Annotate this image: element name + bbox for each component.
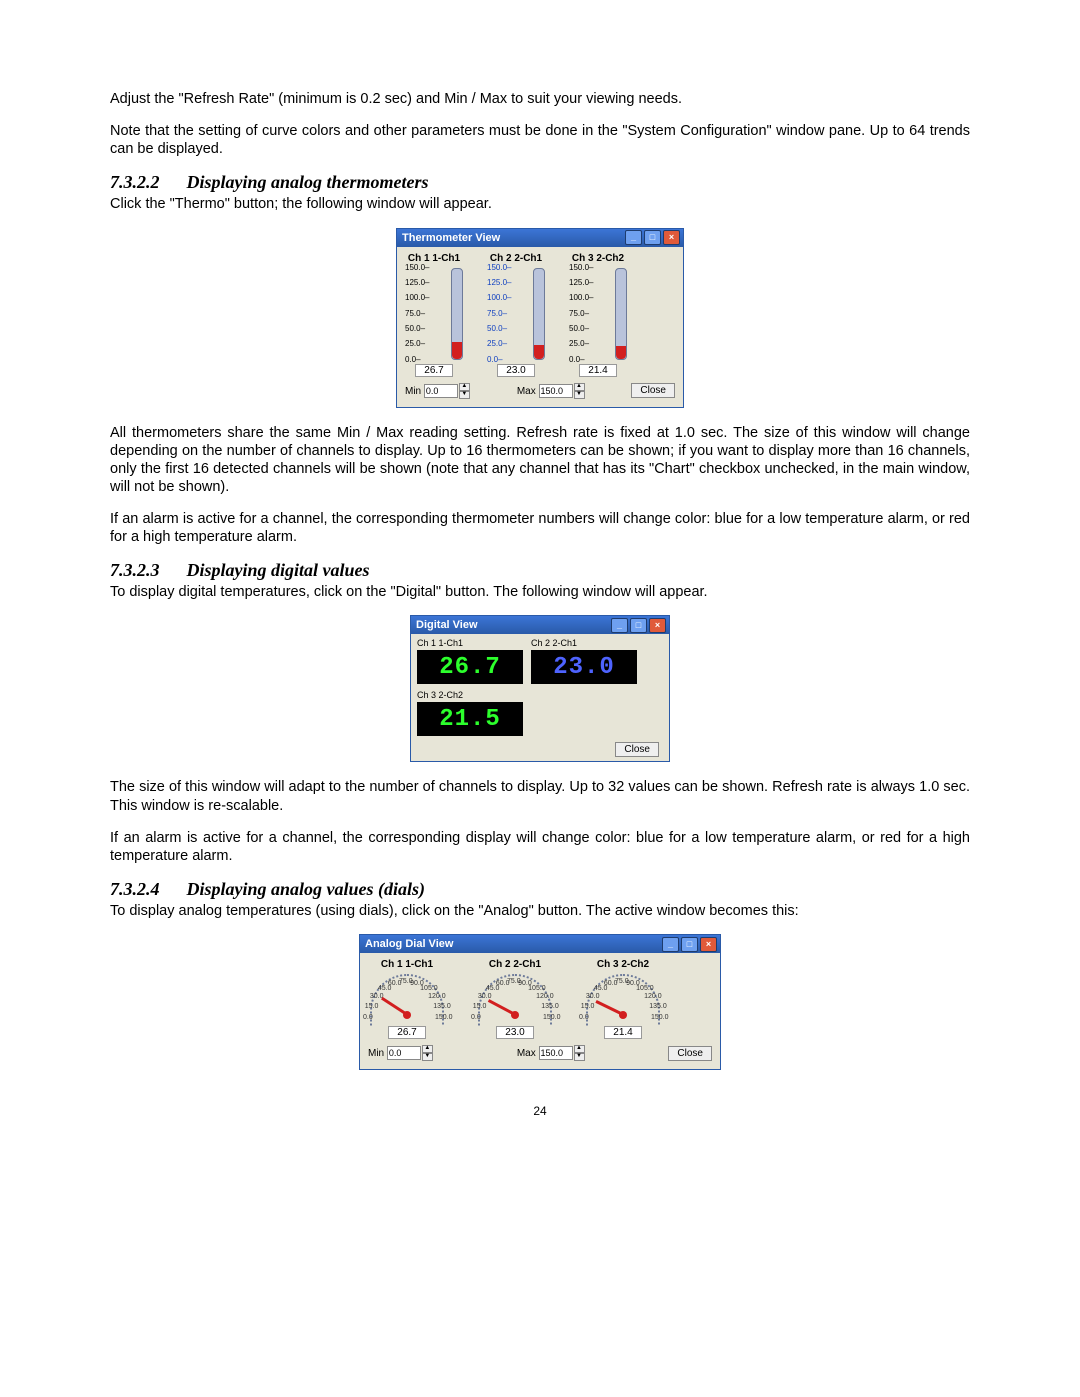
digital-channel: Ch 1 1-Ch1 26.7 — [417, 638, 523, 684]
digital-value: 21.5 — [417, 702, 523, 736]
heading-text: Displaying digital values — [187, 560, 370, 580]
heading-number: 7.3.2.4 — [110, 879, 182, 900]
digital-channel: Ch 2 2-Ch1 23.0 — [531, 638, 637, 684]
maximize-icon[interactable]: □ — [681, 937, 698, 952]
heading-number: 7.3.2.3 — [110, 560, 182, 581]
channel-label: Ch 3 2-Ch2 — [584, 959, 662, 970]
channel-label: Ch 2 2-Ch1 — [531, 638, 637, 648]
digital-window: Digital View _ □ × Ch 1 1-Ch126.7Ch 2 2-… — [410, 615, 670, 762]
min-input[interactable] — [387, 1046, 421, 1060]
min-spinner[interactable]: ▲▼ — [387, 1045, 433, 1061]
heading-number: 7.3.2.2 — [110, 172, 182, 193]
paragraph: If an alarm is active for a channel, the… — [110, 829, 970, 865]
dial-window: Analog Dial View _ □ × Ch 1 1-Ch1 0.015.0… — [359, 934, 721, 1070]
max-input[interactable] — [539, 1046, 573, 1060]
thermometer-channel: Ch 2 2-Ch1150.0–125.0–100.0–75.0–50.0–25… — [487, 253, 545, 377]
dial-value: 26.7 — [388, 1026, 426, 1039]
channel-label: Ch 1 1-Ch1 — [417, 638, 523, 648]
min-label: Min — [368, 1048, 384, 1059]
paragraph: To display digital temperatures, click o… — [110, 583, 970, 601]
paragraph: Note that the setting of curve colors an… — [110, 122, 970, 158]
thermometer-titlebar[interactable]: Thermometer View _ □ × — [397, 229, 683, 247]
min-label: Min — [405, 386, 421, 397]
dial-channel: Ch 1 1-Ch1 0.015.030.045.060.075.090.0105… — [368, 959, 446, 1039]
heading-7-3-2-4: 7.3.2.4 Displaying analog values (dials) — [110, 879, 970, 900]
channel-label: Ch 2 2-Ch1 — [476, 959, 554, 970]
dial-gauge: 0.015.030.045.060.075.090.0105.0120.0135… — [478, 974, 552, 1024]
max-label: Max — [517, 386, 536, 397]
minimize-icon[interactable]: _ — [611, 618, 628, 633]
max-label: Max — [517, 1048, 536, 1059]
close-button[interactable]: Close — [631, 383, 675, 398]
minimize-icon[interactable]: _ — [662, 937, 679, 952]
thermometer-value: 26.7 — [415, 364, 453, 377]
thermometer-channel: Ch 3 2-Ch2150.0–125.0–100.0–75.0–50.0–25… — [569, 253, 627, 377]
window-title: Analog Dial View — [365, 938, 453, 950]
digital-value: 26.7 — [417, 650, 523, 684]
maximize-icon[interactable]: □ — [644, 230, 661, 245]
thermometer-window: Thermometer View _ □ × Ch 1 1-Ch1150.0–1… — [396, 228, 684, 408]
dial-channel: Ch 2 2-Ch1 0.015.030.045.060.075.090.0105… — [476, 959, 554, 1039]
max-input[interactable] — [539, 384, 573, 398]
dial-titlebar[interactable]: Analog Dial View _ □ × — [360, 935, 720, 953]
digital-titlebar[interactable]: Digital View _ □ × — [411, 616, 669, 634]
close-icon[interactable]: × — [700, 937, 717, 952]
close-icon[interactable]: × — [649, 618, 666, 633]
min-spinner[interactable]: ▲▼ — [424, 383, 470, 399]
thermometer-value: 21.4 — [579, 364, 617, 377]
maximize-icon[interactable]: □ — [630, 618, 647, 633]
heading-7-3-2-2: 7.3.2.2 Displaying analog thermometers — [110, 172, 970, 193]
minimize-icon[interactable]: _ — [625, 230, 642, 245]
dial-value: 21.4 — [604, 1026, 642, 1039]
window-title: Digital View — [416, 619, 478, 631]
close-button[interactable]: Close — [668, 1046, 712, 1061]
dial-value: 23.0 — [496, 1026, 534, 1039]
channel-label: Ch 3 2-Ch2 — [417, 690, 523, 700]
paragraph: Adjust the "Refresh Rate" (minimum is 0.… — [110, 90, 970, 108]
window-title: Thermometer View — [402, 232, 500, 244]
heading-7-3-2-3: 7.3.2.3 Displaying digital values — [110, 560, 970, 581]
thermometer-channel: Ch 1 1-Ch1150.0–125.0–100.0–75.0–50.0–25… — [405, 253, 463, 377]
paragraph: Click the "Thermo" button; the following… — [110, 195, 970, 213]
heading-text: Displaying analog values (dials) — [187, 879, 426, 899]
max-spinner[interactable]: ▲▼ — [539, 1045, 585, 1061]
close-icon[interactable]: × — [663, 230, 680, 245]
page-number: 24 — [110, 1104, 970, 1118]
close-button[interactable]: Close — [615, 742, 659, 757]
paragraph: To display analog temperatures (using di… — [110, 902, 970, 920]
heading-text: Displaying analog thermometers — [187, 172, 429, 192]
thermometer-value: 23.0 — [497, 364, 535, 377]
paragraph: If an alarm is active for a channel, the… — [110, 510, 970, 546]
dial-channel: Ch 3 2-Ch2 0.015.030.045.060.075.090.0105… — [584, 959, 662, 1039]
max-spinner[interactable]: ▲▼ — [539, 383, 585, 399]
paragraph: The size of this window will adapt to th… — [110, 778, 970, 814]
dial-gauge: 0.015.030.045.060.075.090.0105.0120.0135… — [370, 974, 444, 1024]
digital-channel: Ch 3 2-Ch2 21.5 — [417, 690, 523, 736]
paragraph: All thermometers share the same Min / Ma… — [110, 424, 970, 497]
min-input[interactable] — [424, 384, 458, 398]
channel-label: Ch 1 1-Ch1 — [368, 959, 446, 970]
dial-gauge: 0.015.030.045.060.075.090.0105.0120.0135… — [586, 974, 660, 1024]
digital-value: 23.0 — [531, 650, 637, 684]
